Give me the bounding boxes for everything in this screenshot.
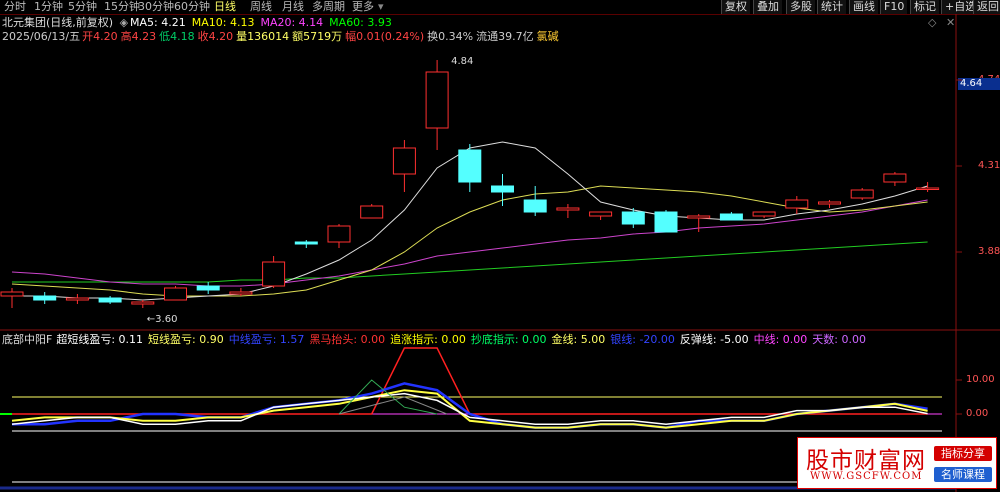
candle-body xyxy=(687,215,711,219)
candle-body xyxy=(33,295,57,301)
candle-body xyxy=(818,201,841,205)
ma60-line xyxy=(12,241,928,283)
candle-body xyxy=(327,225,351,243)
candle-body xyxy=(916,187,940,190)
candle-body xyxy=(0,291,24,297)
candle-body xyxy=(65,297,89,301)
indicator-name[interactable]: 底部中阳F xyxy=(2,333,52,346)
indicator-value: 金线: 5.00 xyxy=(551,333,606,346)
candle-body xyxy=(229,291,253,295)
candle-body xyxy=(131,301,155,305)
indicator-value: 中线: 0.00 xyxy=(753,333,808,346)
candle-body xyxy=(589,211,613,217)
candle-body xyxy=(752,211,776,217)
candle-body xyxy=(556,207,580,211)
ma20-line xyxy=(11,199,928,287)
black-horse-line xyxy=(12,347,928,415)
indicator-value: 抄底指示: 0.00 xyxy=(470,333,547,346)
candle-body xyxy=(458,149,482,183)
short-profit-line xyxy=(11,389,928,429)
candle-body xyxy=(883,173,907,183)
candle-body xyxy=(491,185,514,193)
indicator-value: 追涨指示: 0.00 xyxy=(390,333,466,346)
candle-body xyxy=(98,297,122,303)
high-price-label: 4.84 xyxy=(451,56,473,67)
candle-body xyxy=(196,285,220,291)
tag-teacher-course[interactable]: 名师课程 xyxy=(934,467,992,482)
logo-url: WWW.GSCFW.COM xyxy=(810,471,923,482)
site-logo: 股市财富网 WWW.GSCFW.COM 指标分享 名师课程 xyxy=(797,437,997,489)
candle-body xyxy=(785,199,809,209)
indicator-value: 中线盈亏: 1.57 xyxy=(228,333,305,346)
indicator-value: 超短线盈亏: 0.11 xyxy=(56,333,144,346)
kline-chart[interactable]: 4.84 ←3.60 xyxy=(0,0,1000,492)
candle-body xyxy=(360,205,384,219)
candle-body xyxy=(654,211,678,233)
candle-body xyxy=(523,199,547,213)
indicator-value: 反弹线: -5.00 xyxy=(679,333,749,346)
logo-name: 股市财富网 xyxy=(806,448,926,474)
indicator-value: 银线: -20.00 xyxy=(610,333,675,346)
indicator-value: 短线盈亏: 0.90 xyxy=(148,333,224,346)
indicator-value: 天数: 0.00 xyxy=(812,333,866,346)
candle-body xyxy=(719,213,743,221)
candle-body xyxy=(621,211,645,225)
candle-body xyxy=(850,189,874,199)
low-price-label: ←3.60 xyxy=(147,314,178,325)
candle-body xyxy=(294,241,318,245)
tag-indicator-share[interactable]: 指标分享 xyxy=(934,446,992,461)
candle-body xyxy=(164,287,187,301)
indicator-value: 黑马抬头: 0.00 xyxy=(309,333,386,346)
candle-body xyxy=(262,261,286,287)
candle-body xyxy=(425,71,449,129)
candle-body xyxy=(392,147,416,175)
indicator-legend: 底部中阳F 超短线盈亏: 0.11 短线盈亏: 0.90 中线盈亏: 1.57 黑马抬头… xyxy=(2,333,871,346)
